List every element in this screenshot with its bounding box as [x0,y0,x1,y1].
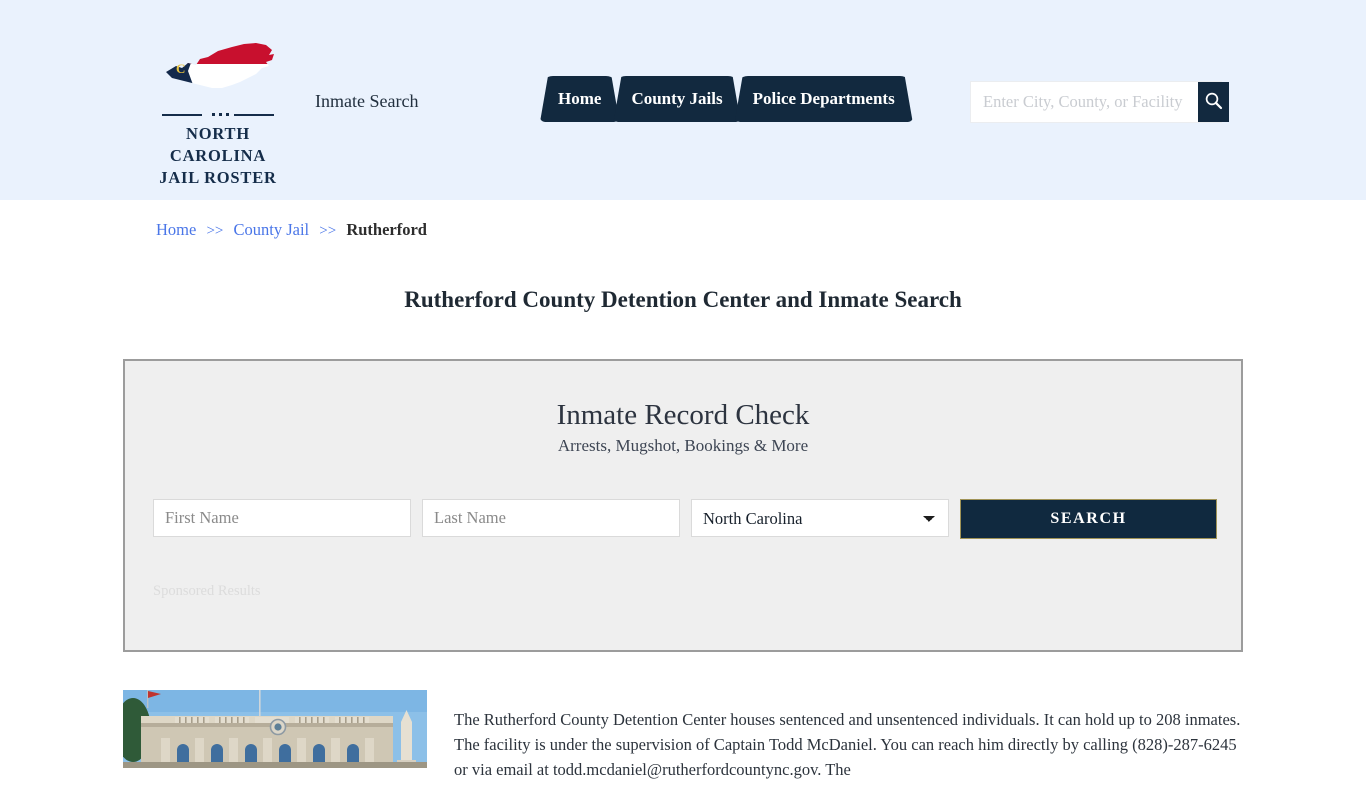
inmate-search-form: North Carolina SEARCH [153,499,1217,539]
header-search-input[interactable] [971,82,1198,122]
header-search-button[interactable] [1198,82,1229,122]
last-name-input[interactable] [422,499,680,537]
breadcrumb-item-home[interactable]: Home [156,220,196,239]
nav-tab-home[interactable]: Home [540,76,619,122]
widget-title: Inmate Record Check [556,399,810,431]
search-icon [1204,91,1223,113]
nav-tab-police-departments[interactable]: Police Departments [735,76,913,122]
breadcrumb-item-current: Rutherford [346,220,427,239]
page-title: Rutherford County Detention Center and I… [404,287,962,313]
state-select[interactable]: North Carolina [691,499,949,537]
rutherford-county-courthouse-photo [123,690,427,768]
facility-description: The Rutherford County Detention Center h… [454,709,1241,779]
widget-subtitle: Arrests, Mugshot, Bookings & More [557,436,809,455]
breadcrumb-item-county-jail[interactable]: County Jail [234,220,310,239]
brand-name-line2: JAIL ROSTER [159,168,277,187]
inmate-record-check-widget: Inmate Record Check Arrests, Mugshot, Bo… [123,359,1243,652]
breadcrumb: Home >> County Jail >> Rutherford [156,220,427,240]
brand-divider [162,110,274,119]
site-logo[interactable]: C NORTH CAROLINA JAIL ROSTER [148,38,288,189]
header-inner: C NORTH CAROLINA JAIL ROSTER Inmate Sear… [0,0,1366,200]
header-search-box [970,81,1229,123]
main-navigation: Home County Jails Police Departments [540,76,913,122]
sponsored-results-label: Sponsored Results [153,583,261,599]
first-name-input[interactable] [153,499,411,537]
search-submit-button[interactable]: SEARCH [960,499,1217,539]
breadcrumb-separator: >> [319,223,337,239]
site-header: C NORTH CAROLINA JAIL ROSTER Inmate Sear… [0,0,1366,200]
site-tagline: Inmate Search [315,91,419,111]
brand-name-line1: NORTH CAROLINA [169,124,267,165]
svg-text:C: C [176,61,185,76]
facility-content-row: The Rutherford County Detention Center h… [123,690,1243,798]
nav-tab-county-jails[interactable]: County Jails [613,76,740,122]
north-carolina-state-map-icon: C [148,38,288,104]
breadcrumb-separator: >> [206,223,224,239]
